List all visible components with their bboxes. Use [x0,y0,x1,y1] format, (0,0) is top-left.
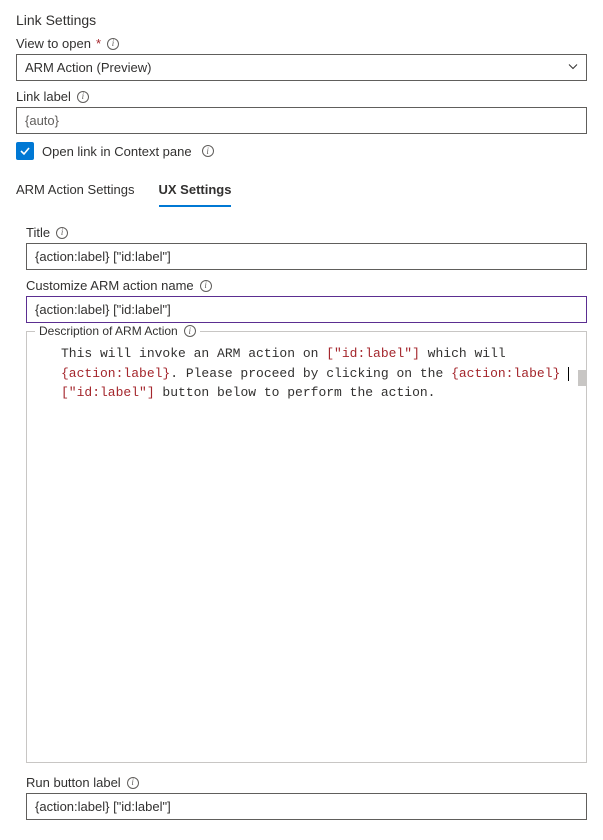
info-icon[interactable]: i [200,280,212,292]
scrollbar-thumb[interactable] [578,370,586,386]
text-cursor [568,367,569,381]
panel-heading: Link Settings [16,12,587,28]
description-body[interactable]: This will invoke an ARM action on ["id:l… [27,332,586,762]
desc-text: which will [420,346,506,361]
info-icon[interactable]: i [107,38,119,50]
desc-token-id: ["id:label"] [326,346,420,361]
desc-token-id: ["id:label"] [61,385,155,400]
tabs: ARM Action Settings UX Settings [16,178,587,207]
desc-token-action: {action:label} [451,366,560,381]
required-asterisk: * [96,36,101,51]
run-button-label-label: Run button label [26,775,121,790]
tab-ux-settings[interactable]: UX Settings [159,178,232,207]
title-input[interactable] [26,243,587,270]
tab-arm-action-settings[interactable]: ARM Action Settings [16,178,135,207]
description-editor[interactable]: Description of ARM Action i This will in… [26,331,587,763]
info-icon[interactable]: i [77,91,89,103]
link-label-label: Link label [16,89,71,104]
open-context-label: Open link in Context pane [42,144,192,159]
link-label-input[interactable] [16,107,587,134]
info-icon[interactable]: i [56,227,68,239]
view-to-open-select[interactable]: ARM Action (Preview) [16,54,587,81]
customize-name-label: Customize ARM action name [26,278,194,293]
scrollbar-track[interactable] [578,340,586,762]
open-context-checkbox[interactable] [16,142,34,160]
info-icon[interactable]: i [127,777,139,789]
info-icon[interactable]: i [202,145,214,157]
desc-text: This will invoke an ARM action on [61,346,326,361]
desc-token-action: {action:label} [61,366,170,381]
run-button-label-input[interactable] [26,793,587,820]
desc-text: button below to perform the action. [155,385,436,400]
desc-text: . Please proceed by clicking on the [170,366,451,381]
title-label: Title [26,225,50,240]
customize-name-input[interactable] [26,296,587,323]
view-to-open-label: View to open [16,36,91,51]
